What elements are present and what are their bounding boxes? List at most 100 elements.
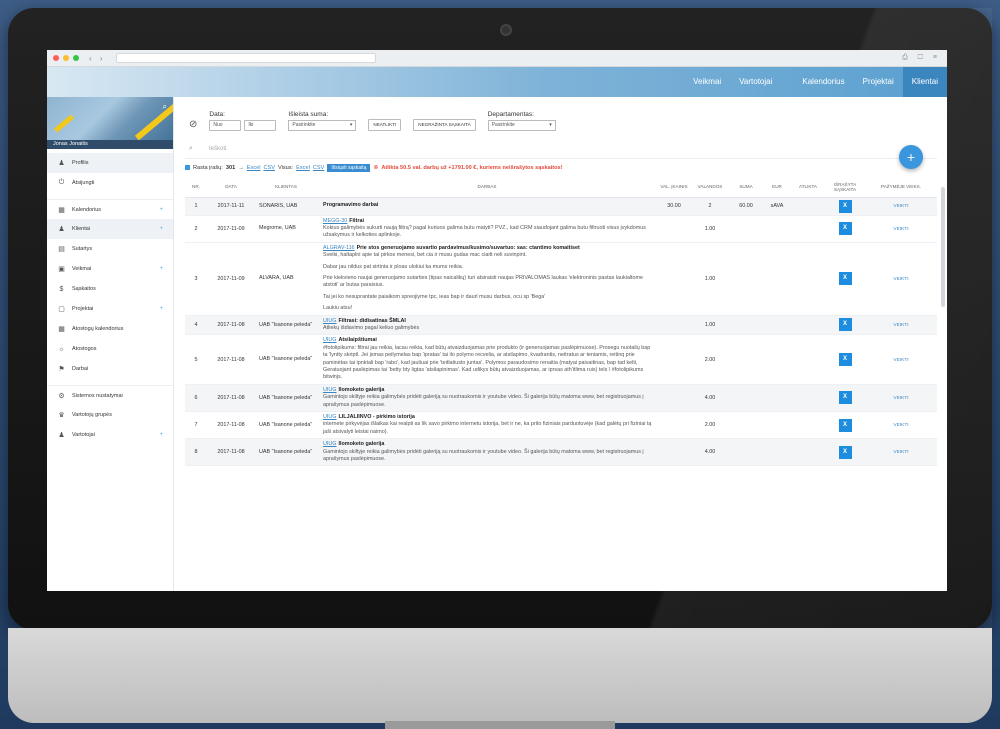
- add-button[interactable]: +: [899, 145, 923, 169]
- task-link[interactable]: UIUG: [323, 337, 336, 343]
- add-icon[interactable]: +: [159, 226, 163, 232]
- invoice-toggle-button[interactable]: X: [838, 199, 852, 213]
- user-name[interactable]: Jonas Jonaitis: [47, 140, 173, 149]
- profile-banner: ⌕ Jonas Jonaitis: [47, 97, 173, 149]
- sidebar-item-12[interactable]: ⚙ Sistemos nustatymai: [47, 385, 173, 405]
- close-window-icon[interactable]: [53, 55, 59, 61]
- sidebar-item-2[interactable]: ⏻ Atsijungti: [47, 173, 173, 193]
- table-row[interactable]: 1 2017-11-11 SONARIS, UAB Programavimo darb…: [185, 197, 937, 216]
- row-done: [791, 411, 825, 440]
- sidebar-item-5[interactable]: ▤ Sutartys: [47, 239, 173, 259]
- date-to-input[interactable]: Iki: [244, 120, 277, 131]
- send-invoice-button[interactable]: Išsiųsti sąskaitą: [327, 163, 371, 172]
- sidebar-item-3[interactable]: ▦ Kalendorius +: [47, 199, 173, 219]
- minimize-window-icon[interactable]: [63, 55, 69, 61]
- export-csv-link[interactable]: CSV: [263, 165, 275, 171]
- export-all-csv-link[interactable]: CSV: [313, 165, 325, 171]
- sidebar-item-14[interactable]: ♟ Vartotojai +: [47, 425, 173, 445]
- column-header[interactable]: DARBAS: [317, 177, 657, 198]
- sidebar-item-13[interactable]: ♛ Vartotojų grupės: [47, 405, 173, 425]
- view-link[interactable]: VEIKTI: [893, 323, 908, 328]
- add-icon[interactable]: +: [159, 306, 163, 312]
- view-link[interactable]: VEIKTI: [893, 204, 908, 209]
- table-row[interactable]: 6 2017-11-08 UAB "Isanone peleda" UIUG Ilomo…: [185, 384, 937, 413]
- table-row[interactable]: 2 2017-11-09 Megrome, UAB MEGG-30 Filtrai Kok…: [185, 215, 937, 243]
- table-row[interactable]: 7 2017-11-08 UAB "Isanone peleda" UIUG LILJA…: [185, 411, 937, 440]
- browser-actions-icon[interactable]: ⎙ ☐ ≡: [902, 54, 941, 62]
- add-icon[interactable]: +: [159, 207, 163, 213]
- search-input[interactable]: Ieškoti: [209, 146, 226, 152]
- task-link[interactable]: ALGRAV-116: [323, 245, 355, 251]
- column-header[interactable]: VALANDOS: [691, 177, 729, 198]
- invoice-toggle-button[interactable]: X: [838, 353, 852, 367]
- table-row[interactable]: 5 2017-11-08 UAB "Isanone peleda" UIUG Atsil…: [185, 334, 937, 385]
- checkbox-icon[interactable]: [185, 165, 190, 170]
- column-header[interactable]: DATA: [207, 177, 255, 198]
- invoice-toggle-button[interactable]: X: [838, 391, 852, 405]
- sidebar-menu: ♟ Profilis ⏻ Atsijungti ▦ Kalendorius + ♟ Klient…: [47, 149, 173, 445]
- table-row[interactable]: 8 2017-11-08 UAB "Isanone peleda" UIUG Ilomo…: [185, 438, 937, 467]
- add-icon[interactable]: +: [159, 266, 163, 272]
- task-link[interactable]: UIUG: [323, 414, 336, 420]
- sidebar-item-9[interactable]: ▦ Atostogų kalendorius: [47, 319, 173, 339]
- sidebar-item-11[interactable]: ⚑ Darbai: [47, 359, 173, 379]
- sidebar-item-8[interactable]: ▢ Projektai +: [47, 299, 173, 319]
- reset-button[interactable]: NEATLIKTI: [368, 119, 402, 131]
- view-link[interactable]: VEIKTI: [893, 227, 908, 232]
- task-link[interactable]: UIUG: [323, 318, 336, 324]
- task-link[interactable]: MEGG-30: [323, 218, 347, 224]
- invoice-toggle-button[interactable]: X: [838, 318, 852, 332]
- nav-item-veikmai[interactable]: Veikmai: [684, 67, 730, 97]
- column-header[interactable]: VAL. ĮKAINIS: [657, 177, 691, 198]
- row-date: 2017-11-09: [207, 215, 255, 243]
- unbilled-button[interactable]: NEGRAŽINTA SĄSKAITA: [413, 119, 476, 131]
- nav-item-projektai[interactable]: Projektai: [854, 67, 903, 97]
- invoice-toggle-button[interactable]: X: [838, 418, 852, 432]
- search-icon[interactable]: ⌕: [163, 102, 167, 112]
- column-header[interactable]: PAŽYMĖJE VEIKS.: [865, 177, 937, 198]
- view-link[interactable]: VEIKTI: [893, 358, 908, 363]
- browser-nav-arrows-icon[interactable]: ‹ ›: [89, 54, 106, 63]
- nav-item-kalendorius[interactable]: Kalendorius: [793, 67, 853, 97]
- invoice-toggle-button[interactable]: X: [838, 222, 852, 236]
- row-sum: [729, 215, 763, 243]
- export-all-excel-link[interactable]: Excel: [296, 165, 310, 171]
- sidebar-item-4[interactable]: ♟ Klientai +: [47, 219, 173, 239]
- add-icon[interactable]: +: [159, 432, 163, 438]
- amount-select[interactable]: Pasirinkite ▾: [288, 120, 357, 131]
- table-row[interactable]: 4 2017-11-08 UAB "Isanone peleda" UIUG Filtr…: [185, 315, 937, 336]
- table-row[interactable]: 3 2017-11-09 ALVARA, UAB ALGRAV-116 Prie sto…: [185, 242, 937, 316]
- nav-item-vartotojai[interactable]: Vartotojai: [730, 67, 781, 97]
- view-link[interactable]: VEIKTI: [893, 396, 908, 401]
- address-bar[interactable]: [115, 53, 376, 63]
- row-date: 2017-11-08: [207, 384, 255, 413]
- row-invoice: X: [825, 197, 865, 216]
- date-from-input[interactable]: Nuo: [209, 120, 242, 131]
- view-link[interactable]: VEIKTI: [893, 423, 908, 428]
- invoice-toggle-button[interactable]: X: [838, 445, 852, 459]
- task-link[interactable]: UIUG: [323, 387, 336, 393]
- scrollbar[interactable]: [941, 187, 945, 307]
- search-bar[interactable]: ⌕ Ieškoti: [185, 139, 937, 159]
- row-description: UIUG Atsilaipštiumai #fotolipikums: filtra…: [317, 334, 657, 385]
- sidebar-item-7[interactable]: $ Sąskaitos: [47, 279, 173, 299]
- task-link[interactable]: UIUG: [323, 441, 336, 447]
- sidebar-item-1[interactable]: ♟ Profilis: [47, 153, 173, 173]
- column-header[interactable]: EUR: [763, 177, 791, 198]
- maximize-window-icon[interactable]: [73, 55, 79, 61]
- sidebar-item-6[interactable]: ▣ Veikmai +: [47, 259, 173, 279]
- invoice-toggle-button[interactable]: X: [838, 272, 852, 286]
- column-header[interactable]: KLIENTAS: [255, 177, 317, 198]
- column-header[interactable]: ATLIKTA: [791, 177, 825, 198]
- column-header[interactable]: SUMA: [729, 177, 763, 198]
- export-excel-link[interactable]: Excel: [247, 165, 261, 171]
- column-header[interactable]: IŠRAŠYTA SĄSKAITA: [825, 177, 865, 198]
- view-link[interactable]: VEIKTI: [893, 450, 908, 455]
- department-select[interactable]: Pasirinkite ▾: [487, 120, 556, 131]
- nav-item-klientai[interactable]: Klientai: [902, 67, 947, 97]
- row-hours: 1.00: [691, 242, 729, 316]
- sidebar-item-10[interactable]: ☼ Atostogos: [47, 339, 173, 359]
- view-link[interactable]: VEIKTI: [893, 277, 908, 282]
- column-header[interactable]: NR.: [185, 177, 207, 198]
- filter-off-icon[interactable]: ⊘: [189, 119, 197, 130]
